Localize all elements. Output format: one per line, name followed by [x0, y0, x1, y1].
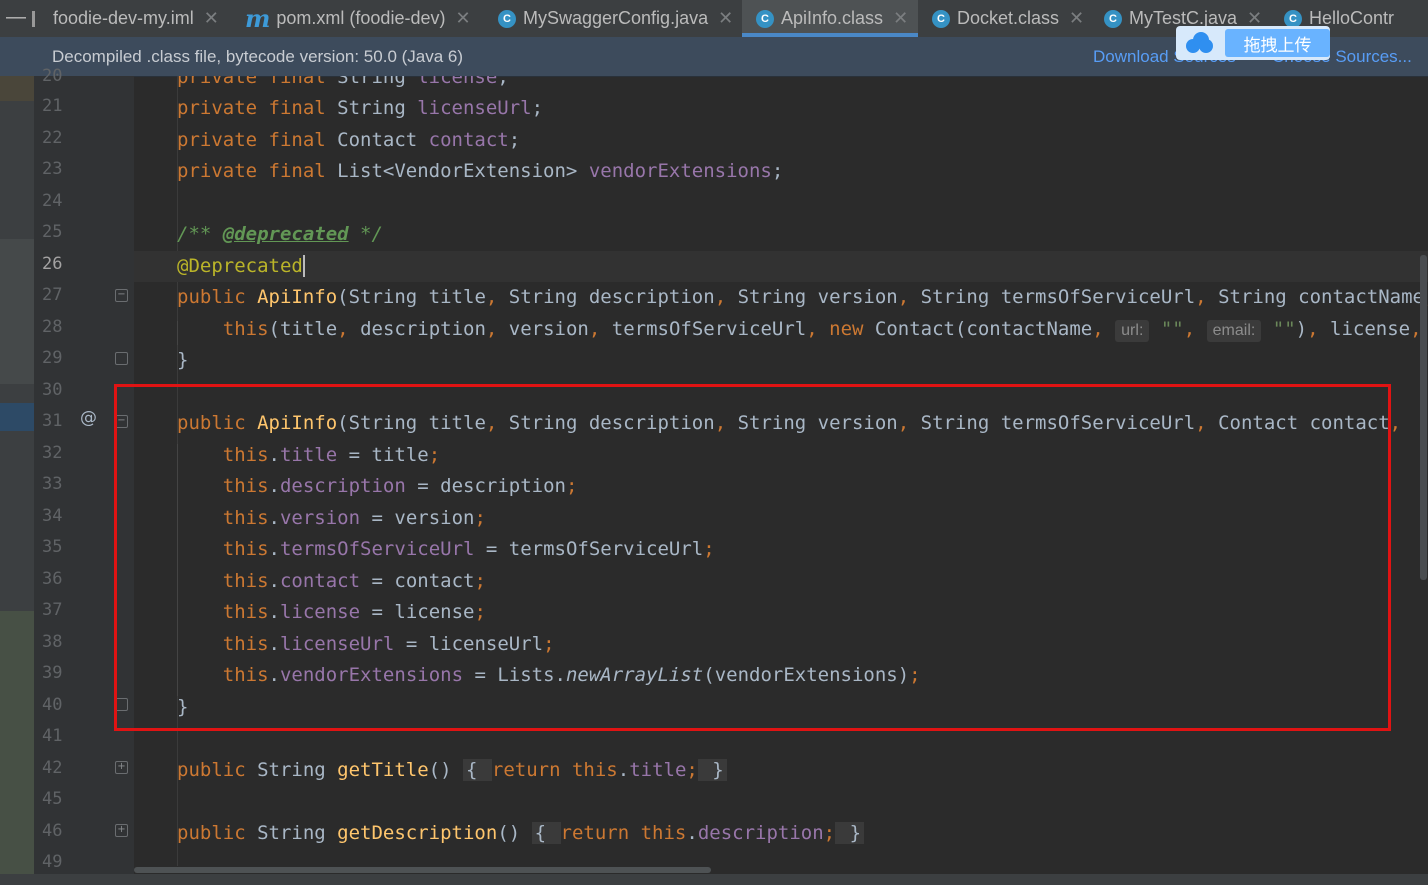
strip-marker	[0, 611, 34, 874]
tab-foodie-dev-my-iml[interactable]: foodie-dev-my.iml ✕	[32, 0, 219, 37]
tab-label: MySwaggerConfig.java	[523, 8, 709, 28]
code-line: public ApiInfo(String title, String desc…	[177, 286, 1428, 308]
upload-widget[interactable]: 拖拽上传	[1176, 26, 1330, 60]
tab-label: ApiInfo.class	[781, 8, 884, 28]
class-icon: C	[932, 9, 950, 28]
code-line: }	[177, 349, 189, 371]
code-line: this(title, description, version, termsO…	[222, 318, 1422, 342]
collapse-icon[interactable]: —	[6, 6, 26, 29]
code-line: private final List<VendorExtension> vend…	[177, 160, 784, 182]
text-caret	[302, 255, 305, 277]
close-icon[interactable]: ✕	[893, 8, 908, 29]
line-number: 20	[42, 66, 63, 86]
line-number: 30	[42, 380, 63, 400]
param-hint-url: url:	[1115, 320, 1150, 342]
close-icon[interactable]: ✕	[718, 8, 733, 29]
line-number: 23	[42, 159, 63, 179]
code-line: }	[177, 696, 189, 718]
tab-label: pom.xml (foodie-dev)	[276, 8, 446, 28]
tab-label: foodie-dev-my.iml	[53, 8, 194, 28]
current-code-line: @Deprecated	[134, 251, 1428, 282]
fold-marker-icon[interactable]: −	[115, 289, 128, 302]
maven-icon: m	[245, 4, 271, 33]
line-number: 41	[42, 726, 63, 746]
banner-message: Decompiled .class file, bytecode version…	[52, 47, 464, 66]
line-number: 34	[42, 506, 63, 526]
line-number: 45	[42, 789, 63, 809]
drag-upload-button[interactable]: 拖拽上传	[1225, 29, 1330, 57]
tab-pom-xml[interactable]: m pom.xml (foodie-dev) ✕	[245, 0, 471, 37]
code-line: this.title = title;	[222, 444, 441, 466]
code-line: this.vendorExtensions = Lists.newArrayLi…	[222, 664, 921, 686]
horizontal-scrollbar[interactable]	[134, 866, 1428, 874]
strip-marker	[0, 239, 34, 384]
line-number: 32	[42, 443, 63, 463]
horizontal-scrollbar-thumb[interactable]	[134, 867, 711, 873]
left-tool-strip	[0, 76, 34, 874]
fold-end-icon[interactable]	[115, 698, 128, 711]
line-number: 39	[42, 663, 63, 683]
code-line: this.termsOfServiceUrl = termsOfServiceU…	[222, 538, 715, 560]
code-line: this.description = description;	[222, 475, 578, 497]
line-number: 28	[42, 317, 63, 337]
cloud-icon	[1184, 30, 1213, 56]
line-number: 40	[42, 695, 63, 715]
line-number-gutter: 20 21 22 23 24 25 26 27 28 29 30 31 32 3…	[34, 66, 134, 874]
class-icon: C	[1104, 9, 1122, 28]
module-file-icon	[32, 10, 45, 27]
override-marker-icon[interactable]: @	[80, 408, 97, 428]
code-line: private final Contact contact;	[177, 129, 521, 151]
line-number: 24	[42, 191, 63, 211]
close-icon[interactable]: ✕	[1069, 8, 1084, 29]
code-line: public String getTitle() { return this.t…	[134, 755, 1428, 786]
vertical-scrollbar[interactable]	[1420, 255, 1427, 580]
strip-marker	[0, 403, 34, 431]
line-number: 33	[42, 474, 63, 494]
code-line: this.licenseUrl = licenseUrl;	[222, 633, 555, 655]
strip-marker	[0, 76, 34, 101]
expand-fold-icon[interactable]: +	[115, 761, 128, 774]
tab-myswaggerconfig-java[interactable]: C MySwaggerConfig.java ✕	[498, 0, 733, 37]
code-line: this.contact = contact;	[222, 570, 486, 592]
code-line: public ApiInfo(String title, String desc…	[177, 412, 1402, 434]
line-number: 29	[42, 348, 63, 368]
class-icon: C	[498, 9, 516, 28]
tab-label: Docket.class	[957, 8, 1060, 28]
line-number: 37	[42, 600, 63, 620]
code-line: this.license = license;	[222, 601, 486, 623]
line-number: 21	[42, 96, 63, 116]
line-number: 27	[42, 285, 63, 305]
line-number: 22	[42, 128, 63, 148]
fold-marker-icon[interactable]: −	[115, 415, 128, 428]
line-number: 46	[42, 821, 63, 841]
close-icon[interactable]: ✕	[455, 8, 470, 29]
tab-apiinfo-class[interactable]: C ApiInfo.class ✕	[742, 0, 918, 37]
param-hint-email: email:	[1206, 320, 1262, 342]
code-line: /** @deprecated */	[177, 223, 383, 245]
tab-docket-class[interactable]: C Docket.class ✕	[932, 0, 1084, 37]
code-line: private final String licenseUrl;	[177, 97, 544, 119]
code-line: public String getDescription() { return …	[134, 818, 1428, 849]
line-number: 25	[42, 222, 63, 242]
class-icon: C	[1284, 9, 1302, 28]
line-number: 36	[42, 569, 63, 589]
line-number: 31	[42, 411, 63, 431]
line-number: 42	[42, 758, 63, 778]
class-icon: C	[756, 9, 774, 28]
fold-end-icon[interactable]	[115, 352, 128, 365]
status-bar	[0, 874, 1428, 885]
code-line: private final String license;	[177, 76, 509, 88]
code-editor[interactable]: private final String license; private fi…	[134, 76, 1428, 866]
line-number: 38	[42, 632, 63, 652]
line-number: 26	[42, 254, 63, 274]
close-icon[interactable]: ✕	[204, 8, 219, 29]
code-line: this.version = version;	[222, 507, 486, 529]
expand-fold-icon[interactable]: +	[115, 824, 128, 837]
line-number: 35	[42, 537, 63, 557]
line-number: 49	[42, 852, 63, 872]
